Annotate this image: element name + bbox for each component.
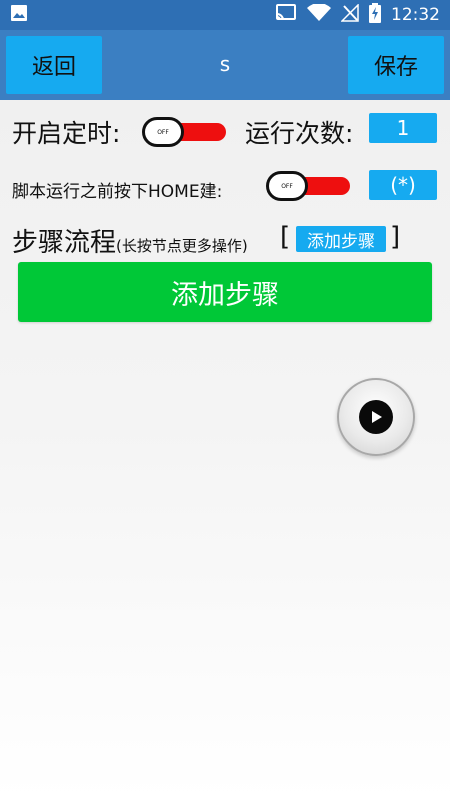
add-step-button[interactable]: 添加步骤 — [18, 262, 432, 322]
status-bar: 12:32 — [0, 0, 450, 30]
bracket-open: [ — [280, 222, 291, 252]
run-count-label: 运行次数: — [245, 119, 354, 148]
image-icon — [10, 4, 28, 26]
toggle-knob: OFF — [142, 117, 184, 147]
home-key-value-button[interactable]: (*) — [369, 170, 437, 200]
play-button[interactable] — [337, 378, 415, 456]
timer-toggle[interactable]: OFF — [142, 117, 228, 147]
home-key-toggle[interactable]: OFF — [266, 171, 352, 201]
home-key-label: 脚本运行之前按下HOME建: — [12, 182, 223, 202]
app-bar: 返回 s 保存 — [0, 30, 450, 100]
steps-heading: 步骤流程(长按节点更多操作) — [12, 222, 248, 259]
toggle-knob: OFF — [266, 171, 308, 201]
add-step-small-button[interactable]: 添加步骤 — [296, 226, 386, 252]
steps-title: 步骤流程 — [12, 228, 117, 258]
play-icon — [359, 400, 393, 434]
page-title: s — [219, 52, 231, 76]
back-button[interactable]: 返回 — [6, 36, 102, 94]
steps-subtitle: (长按节点更多操作) — [116, 237, 248, 255]
cast-icon — [275, 4, 297, 26]
timer-label: 开启定时: — [12, 119, 121, 148]
battery-charging-icon — [369, 3, 381, 27]
status-time: 12:32 — [391, 5, 440, 25]
run-count-input[interactable]: 1 — [369, 113, 437, 143]
save-button[interactable]: 保存 — [348, 36, 444, 94]
signal-off-icon — [340, 3, 359, 26]
bracket-close: ] — [390, 222, 401, 252]
wifi-icon — [307, 3, 331, 26]
